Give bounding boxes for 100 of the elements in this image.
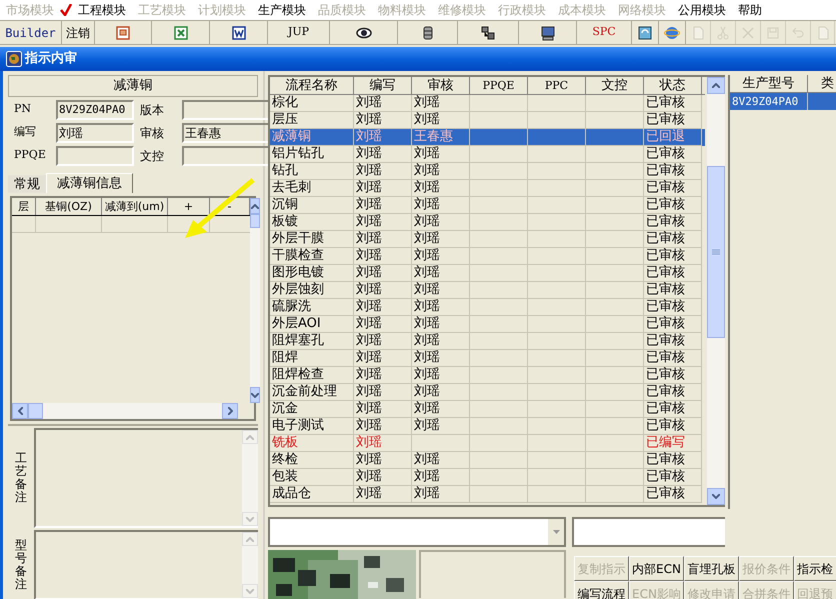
scrollbar-thumb[interactable] [707,166,725,338]
table-cell: 刘瑶 [354,146,412,163]
scrollbar-thumb[interactable] [28,403,43,419]
table-cell: 减薄铜 [270,129,354,146]
column-header[interactable]: PPC [528,77,586,94]
notes-field[interactable] [34,530,258,599]
menu-item[interactable]: 生产模块 [252,1,312,19]
scroll-up-button[interactable] [707,77,725,94]
table-row[interactable]: 钻孔 刘瑶 刘瑶 已审核 [270,163,705,180]
table-row[interactable]: 沉铜 刘瑶 刘瑶 已审核 [270,197,705,214]
scroll-left-button[interactable] [12,403,28,419]
input-field[interactable] [182,146,270,166]
toolbar-button[interactable]: JUP [268,21,330,44]
table-row[interactable]: 8V29Z04PA0 [730,93,836,110]
globe-icon [664,24,680,40]
action-button[interactable]: 编写流程 [574,581,629,599]
table-cell: 刘瑶 [354,180,412,197]
table-row[interactable]: 阻焊检查 刘瑶 刘瑶 已审核 [270,367,705,384]
input-field[interactable] [56,146,134,166]
action-button[interactable]: 内部ECN [629,556,684,581]
action-button[interactable]: 指示检 [794,556,836,581]
table-row[interactable]: 干膜检查 刘瑶 刘瑶 已审核 [270,248,705,265]
notes-field[interactable] [34,428,258,528]
table-cell: 已审核 [644,333,702,350]
toolbar-button[interactable]: SPC [577,21,632,44]
column-header[interactable]: 减薄到(um) [102,198,168,216]
table-row[interactable]: 外层蚀刻 刘瑶 刘瑶 已审核 [270,282,705,299]
table-cell: 刘瑶 [412,163,470,180]
table-cell: 刘瑶 [412,350,470,367]
action-button[interactable]: 盲埋孔板 [684,556,739,581]
input-field[interactable]: 刘瑶 [56,122,134,142]
table-row[interactable]: 阻焊 刘瑶 刘瑶 已审核 [270,350,705,367]
table-cell: 已审核 [644,316,702,333]
menu-item[interactable]: 帮助 [732,1,768,19]
tab[interactable]: 减薄铜信息 [46,173,133,194]
vertical-scrollbar[interactable] [707,77,725,505]
field-label: PPQE [14,147,47,164]
table-cell: 刘瑶 [412,95,470,112]
table-cell: 刘瑶 [412,197,470,214]
column-header[interactable]: 审核 [412,77,470,94]
column-header[interactable]: 文控 [586,77,644,94]
window-title: 指示内审 [25,50,77,68]
column-header[interactable]: 状态 [644,77,702,94]
table-row[interactable]: 成品仓 刘瑶 刘瑶 已审核 [270,486,705,503]
table-cell: 刘瑶 [354,452,412,469]
tab[interactable]: 常规 [8,175,46,194]
table-row[interactable]: 板镀 刘瑶 刘瑶 已审核 [270,214,705,231]
table-cell: 8V29Z04PA0 [730,93,808,110]
table-cell: 刘瑶 [412,367,470,384]
table-cell: 刘瑶 [354,316,412,333]
table-cell: 已审核 [644,197,702,214]
table-cell: 已审核 [644,95,702,112]
delete-icon [740,24,756,40]
table-cell: 终检 [270,452,354,469]
table-cell: 刘瑶 [354,435,412,452]
table-cell: 刘瑶 [354,265,412,282]
table-row[interactable]: 外层AOI 刘瑶 刘瑶 已审核 [270,316,705,333]
table-row[interactable]: 阻焊塞孔 刘瑶 刘瑶 已审核 [270,333,705,350]
table-row[interactable]: 外层干膜 刘瑶 刘瑶 已审核 [270,231,705,248]
column-header[interactable]: 流程名称 [270,77,354,94]
input-field[interactable]: 8V29Z04PA0 [56,100,134,120]
toolbar-button[interactable]: 注销 [62,21,95,44]
table-row[interactable]: 沉金 刘瑶 刘瑶 已审核 [270,401,705,418]
table-cell: 铣板 [270,435,354,452]
vertical-scrollbar[interactable] [250,198,260,403]
field-label: 版本 [139,102,165,118]
dropdown-field[interactable] [268,517,566,547]
table-row[interactable]: 棕化 刘瑶 刘瑶 已审核 [270,95,705,112]
table-row[interactable]: 沉金前处理 刘瑶 刘瑶 已审核 [270,384,705,401]
table-cell: 外层蚀刻 [270,282,354,299]
scroll-up-button[interactable] [250,198,260,214]
table-row[interactable]: 铝片钻孔 刘瑶 刘瑶 已审核 [270,146,705,163]
table-row[interactable]: 图形电镀 刘瑶 刘瑶 已审核 [270,265,705,282]
table-row[interactable]: 包装 刘瑶 刘瑶 已审核 [270,469,705,486]
horizontal-scrollbar[interactable] [12,403,238,419]
scroll-right-button[interactable] [222,403,238,419]
input-field[interactable]: 王春惠 [182,122,270,142]
table-cell: 刘瑶 [412,401,470,418]
menu-item[interactable]: 公用模块 [672,1,732,19]
notes-label: 型号备注 [15,538,27,592]
column-header[interactable]: PPQE [470,77,528,94]
scroll-down-button[interactable] [707,488,725,505]
table-row[interactable]: 电子测试 刘瑶 刘瑶 已审核 [270,418,705,435]
table-cell: 已审核 [644,265,702,282]
table-row[interactable]: 终检 刘瑶 刘瑶 已审核 [270,452,705,469]
table-cell: 板镀 [270,214,354,231]
table-row[interactable]: 硫脲洗 刘瑶 刘瑶 已审核 [270,299,705,316]
menu-item[interactable]: 工程模块 [72,1,132,19]
scrollbar-thumb[interactable] [250,214,260,228]
column-header[interactable]: 编写 [354,77,412,94]
caret-icon [552,530,560,534]
table-row[interactable]: 铣板 刘瑶 已编写 [270,435,705,452]
scroll-down-button[interactable] [250,387,260,403]
table-cell: 刘瑶 [354,469,412,486]
text-field[interactable] [572,517,725,547]
table-cell: 已审核 [644,367,702,384]
toolbar-button[interactable]: Builder [0,21,62,44]
refresh-icon [637,24,653,40]
table-row[interactable]: 去毛刺 刘瑶 刘瑶 已审核 [270,180,705,197]
input-field[interactable] [182,100,270,120]
